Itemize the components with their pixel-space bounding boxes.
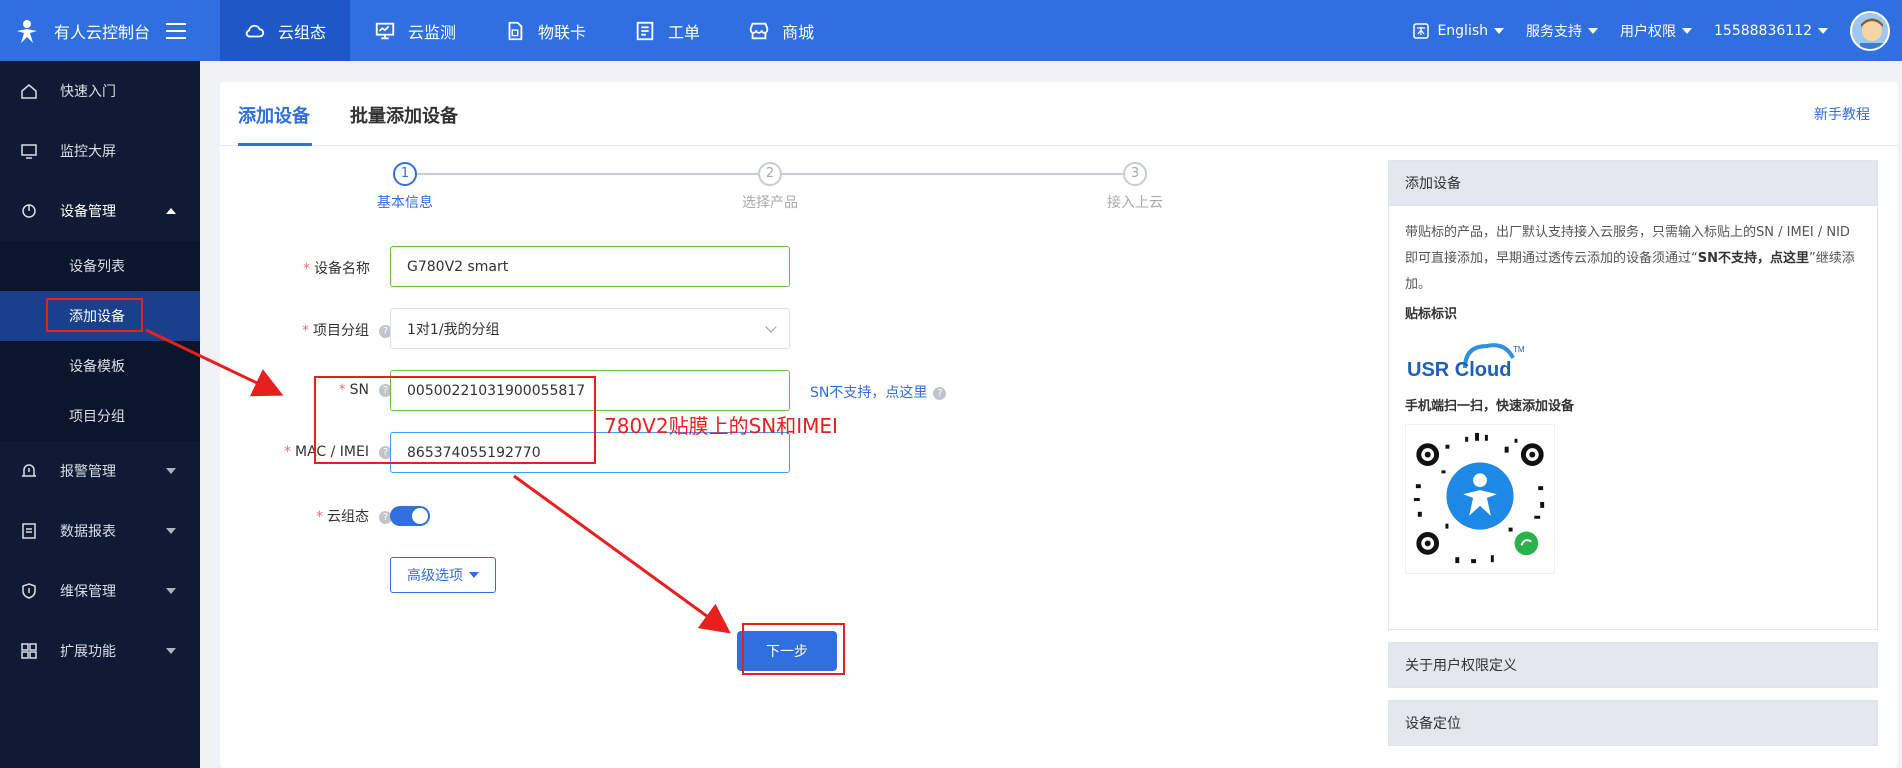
arrow-to-sn xyxy=(145,328,284,397)
arrow-to-next xyxy=(513,474,731,634)
annotation-arrows xyxy=(145,328,731,634)
